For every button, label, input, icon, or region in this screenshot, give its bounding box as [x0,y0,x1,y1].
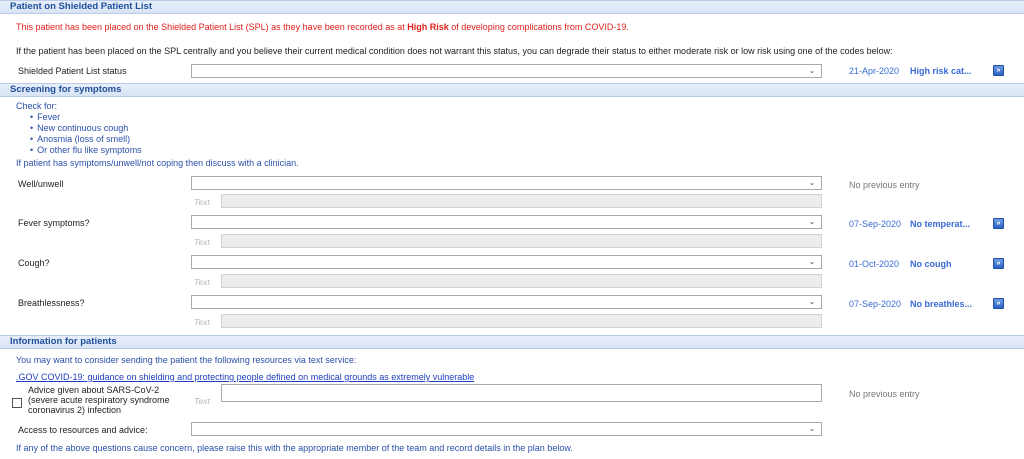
advice-label-line: coronavirus 2) infection [28,405,122,415]
advice-text-label: Text [194,396,210,406]
advice-label-line: Advice given about SARS-CoV-2 [28,385,160,395]
fever-text-input[interactable] [221,234,822,248]
chevron-down-icon: ⌄ [808,257,816,266]
cough-prev-date: 01-Oct-2020 [849,259,900,269]
well-unwell-prev: No previous entry [849,180,920,190]
well-unwell-text-label: Text [194,197,210,207]
fever-text-label: Text [194,237,210,247]
chevron-down-icon: ⌄ [808,178,816,187]
cough-prev-value: No cough [910,259,952,269]
info-intro: You may want to consider sending the pat… [16,355,357,365]
gov-guidance-link[interactable]: .GOV COVID-19: guidance on shielding and… [16,372,474,382]
advice-text-input[interactable] [221,384,822,402]
check-for-label: Check for: [16,101,58,111]
list-item: Fever [30,112,142,123]
section-header-info: Information for patients [0,335,1024,349]
access-select[interactable]: ⌄ [191,422,822,436]
fever-label: Fever symptoms? [18,218,90,228]
breathlessness-prev-value: No breathles... [910,299,973,309]
advice-prev: No previous entry [849,389,920,399]
breathlessness-prev-date: 07-Sep-2020 [849,299,902,309]
symptom-bullet-list: Fever New continuous cough Anosmia (loss… [30,112,142,156]
list-item: Anosmia (loss of smell) [30,134,142,145]
double-chevron-right-icon[interactable]: » [993,258,1004,269]
advice-label-line: (severe acute respiratory syndrome [28,395,170,405]
access-label: Access to resources and advice: [18,425,148,435]
chevron-down-icon: ⌄ [808,424,816,433]
well-unwell-label: Well/unwell [18,179,64,189]
double-chevron-right-icon[interactable]: » [993,218,1004,229]
section-header-spl: Patient on Shielded Patient List [0,0,1024,14]
list-item: Or other flu like symptoms [30,145,142,156]
cough-text-label: Text [194,277,210,287]
chevron-down-icon: ⌄ [808,217,816,226]
spl-warning-prefix: This patient has been placed on the Shie… [16,22,408,32]
breathlessness-label: Breathlessness? [18,298,85,308]
advice-given-label: Advice given about SARS-CoV-2 (severe ac… [28,385,170,415]
fever-prev-date: 07-Sep-2020 [849,219,902,229]
advice-given-checkbox[interactable] [12,398,22,408]
spl-prev-date: 21-Apr-2020 [849,66,900,76]
spl-warning-suffix: of developing complications from COVID-1… [448,22,629,32]
fever-prev-value: No temperat... [910,219,971,229]
screening-advice: If patient has symptoms/unwell/not copin… [16,158,299,168]
chevron-down-icon: ⌄ [808,66,816,75]
spl-instruction: If the patient has been placed on the SP… [16,46,893,56]
breathlessness-text-input[interactable] [221,314,822,328]
breathlessness-select[interactable]: ⌄ [191,295,822,309]
spl-warning: This patient has been placed on the Shie… [16,22,629,32]
cough-text-input[interactable] [221,274,822,288]
fever-select[interactable]: ⌄ [191,215,822,229]
well-unwell-select[interactable]: ⌄ [191,176,822,190]
spl-prev-value: High risk cat... [910,66,972,76]
list-item: New continuous cough [30,123,142,134]
chevron-down-icon: ⌄ [808,297,816,306]
breathlessness-text-label: Text [194,317,210,327]
info-footer: If any of the above questions cause conc… [16,443,573,453]
double-chevron-right-icon[interactable]: » [993,65,1004,76]
spl-status-select[interactable]: ⌄ [191,64,822,78]
double-chevron-right-icon[interactable]: » [993,298,1004,309]
cough-label: Cough? [18,258,50,268]
well-unwell-text-input[interactable] [221,194,822,208]
spl-status-label: Shielded Patient List status [18,66,127,76]
section-header-screening: Screening for symptoms [0,83,1024,97]
spl-warning-bold: High Risk [407,22,449,32]
cough-select[interactable]: ⌄ [191,255,822,269]
